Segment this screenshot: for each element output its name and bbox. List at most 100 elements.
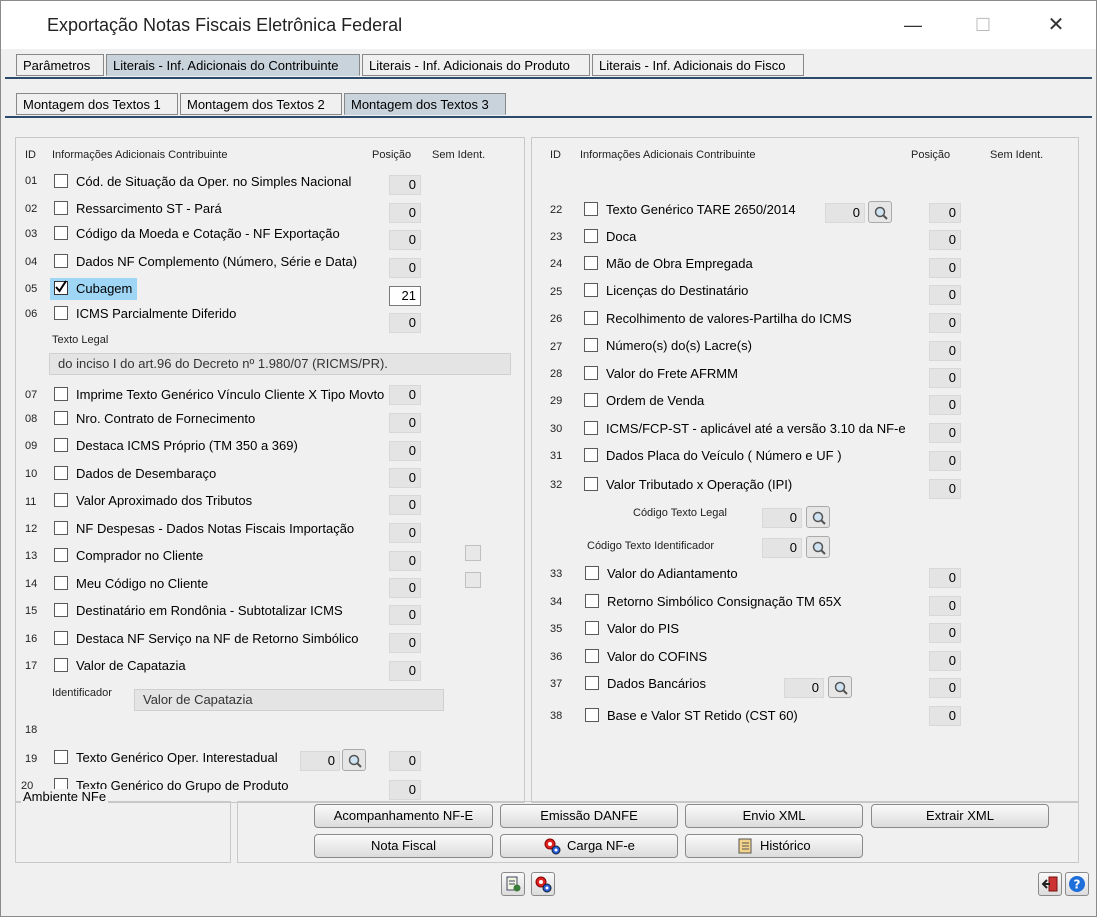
checkbox-27[interactable] bbox=[584, 338, 598, 352]
position-38[interactable]: 0 bbox=[929, 706, 961, 726]
checkbox-25[interactable] bbox=[584, 283, 598, 297]
maximize-button[interactable]: ☐ bbox=[960, 11, 1006, 39]
exit-button[interactable] bbox=[1038, 872, 1062, 896]
checkbox-09[interactable] bbox=[54, 438, 68, 452]
tab-montagem-1[interactable]: Montagem dos Textos 1 bbox=[16, 93, 178, 115]
lookup-button-37[interactable] bbox=[828, 676, 852, 698]
position-23[interactable]: 0 bbox=[929, 230, 961, 250]
checkbox-32[interactable] bbox=[584, 477, 598, 491]
lookup-texto-legal-button[interactable] bbox=[806, 506, 830, 528]
emissao-danfe-button[interactable]: Emissão DANFE bbox=[500, 804, 678, 828]
position-22[interactable]: 0 bbox=[929, 203, 961, 223]
checkbox-05[interactable] bbox=[54, 280, 68, 295]
extrair-xml-button[interactable]: Extrair XML bbox=[871, 804, 1049, 828]
position-34[interactable]: 0 bbox=[929, 596, 961, 616]
checkbox-33[interactable] bbox=[585, 566, 599, 580]
checkbox-37[interactable] bbox=[585, 676, 599, 690]
position-06[interactable]: 0 bbox=[389, 313, 421, 333]
nota-fiscal-button[interactable]: Nota Fiscal bbox=[314, 834, 493, 858]
sem-ident-checkbox-13[interactable] bbox=[465, 545, 481, 561]
position-24[interactable]: 0 bbox=[929, 258, 961, 278]
checkbox-14[interactable] bbox=[54, 576, 68, 590]
position-26[interactable]: 0 bbox=[929, 313, 961, 333]
minimize-button[interactable]: — bbox=[890, 11, 936, 39]
checkbox-35[interactable] bbox=[585, 621, 599, 635]
position-02[interactable]: 0 bbox=[389, 203, 421, 223]
checkbox-04[interactable] bbox=[54, 254, 68, 268]
position-13[interactable]: 0 bbox=[389, 551, 421, 571]
position-05[interactable]: 21 bbox=[389, 286, 421, 306]
tab-parametros[interactable]: Parâmetros bbox=[16, 54, 104, 76]
position-07[interactable]: 0 bbox=[389, 385, 421, 405]
position-04[interactable]: 0 bbox=[389, 258, 421, 278]
checkbox-24[interactable] bbox=[584, 256, 598, 270]
checkbox-03[interactable] bbox=[54, 226, 68, 240]
checkbox-26[interactable] bbox=[584, 311, 598, 325]
checkbox-13[interactable] bbox=[54, 548, 68, 562]
position-35[interactable]: 0 bbox=[929, 623, 961, 643]
checkbox-07[interactable] bbox=[54, 387, 68, 401]
checkbox-16[interactable] bbox=[54, 631, 68, 645]
lookup-texto-ident-button[interactable] bbox=[806, 536, 830, 558]
sem-ident-checkbox-14[interactable] bbox=[465, 572, 481, 588]
position-11[interactable]: 0 bbox=[389, 495, 421, 515]
position-32[interactable]: 0 bbox=[929, 479, 961, 499]
position-31[interactable]: 0 bbox=[929, 451, 961, 471]
gears-button[interactable] bbox=[531, 872, 555, 896]
checkbox-08[interactable] bbox=[54, 411, 68, 425]
tab-literais-fisco[interactable]: Literais - Inf. Adicionais do Fisco bbox=[592, 54, 804, 76]
carga-nfe-button[interactable]: Carga NF-e bbox=[500, 834, 678, 858]
codigo-texto-ident-field[interactable]: 0 bbox=[762, 538, 802, 558]
historico-button[interactable]: Histórico bbox=[685, 834, 863, 858]
checkbox-22[interactable] bbox=[584, 202, 598, 216]
position-20[interactable]: 0 bbox=[389, 780, 421, 800]
tab-montagem-2[interactable]: Montagem dos Textos 2 bbox=[180, 93, 342, 115]
checkbox-10[interactable] bbox=[54, 466, 68, 480]
tab-literais-contribuinte[interactable]: Literais - Inf. Adicionais do Contribuin… bbox=[106, 54, 360, 76]
tab-montagem-3[interactable]: Montagem dos Textos 3 bbox=[344, 93, 506, 115]
codigo-texto-legal-field[interactable]: 0 bbox=[762, 508, 802, 528]
checkbox-06[interactable] bbox=[54, 306, 68, 320]
position-10[interactable]: 0 bbox=[389, 468, 421, 488]
checkbox-23[interactable] bbox=[584, 229, 598, 243]
checkbox-01[interactable] bbox=[54, 174, 68, 188]
lookup-button-22[interactable] bbox=[868, 201, 892, 223]
checkbox-34[interactable] bbox=[585, 594, 599, 608]
checkbox-36[interactable] bbox=[585, 649, 599, 663]
checkbox-31[interactable] bbox=[584, 448, 598, 462]
position-37[interactable]: 0 bbox=[929, 678, 961, 698]
close-button[interactable]: ✕ bbox=[1033, 11, 1079, 39]
position-16[interactable]: 0 bbox=[389, 633, 421, 653]
position-09[interactable]: 0 bbox=[389, 441, 421, 461]
position-12[interactable]: 0 bbox=[389, 523, 421, 543]
checkbox-30[interactable] bbox=[584, 421, 598, 435]
position-01[interactable]: 0 bbox=[389, 175, 421, 195]
checkbox-12[interactable] bbox=[54, 521, 68, 535]
checkbox-28[interactable] bbox=[584, 366, 598, 380]
lookup-button-19[interactable] bbox=[342, 749, 366, 771]
checkbox-17[interactable] bbox=[54, 658, 68, 672]
checkbox-02[interactable] bbox=[54, 201, 68, 215]
position-29[interactable]: 0 bbox=[929, 395, 961, 415]
position-19[interactable]: 0 bbox=[389, 751, 421, 771]
position-03[interactable]: 0 bbox=[389, 230, 421, 250]
position-33[interactable]: 0 bbox=[929, 568, 961, 588]
checkbox-11[interactable] bbox=[54, 493, 68, 507]
position-08[interactable]: 0 bbox=[389, 413, 421, 433]
acompanhamento-button[interactable]: Acompanhamento NF-E bbox=[314, 804, 493, 828]
identificador-field[interactable]: Valor de Capatazia bbox=[134, 689, 444, 711]
code-19[interactable]: 0 bbox=[300, 751, 340, 771]
config-doc-button[interactable] bbox=[501, 872, 525, 896]
position-14[interactable]: 0 bbox=[389, 578, 421, 598]
tab-literais-produto[interactable]: Literais - Inf. Adicionais do Produto bbox=[362, 54, 590, 76]
code-22[interactable]: 0 bbox=[825, 203, 865, 223]
checkbox-29[interactable] bbox=[584, 393, 598, 407]
position-15[interactable]: 0 bbox=[389, 605, 421, 625]
position-17[interactable]: 0 bbox=[389, 661, 421, 681]
position-30[interactable]: 0 bbox=[929, 423, 961, 443]
checkbox-15[interactable] bbox=[54, 603, 68, 617]
checkbox-19[interactable] bbox=[54, 750, 68, 764]
texto-legal-field[interactable]: do inciso I do art.96 do Decreto nº 1.98… bbox=[49, 353, 511, 375]
code-37[interactable]: 0 bbox=[784, 678, 824, 698]
envio-xml-button[interactable]: Envio XML bbox=[685, 804, 863, 828]
